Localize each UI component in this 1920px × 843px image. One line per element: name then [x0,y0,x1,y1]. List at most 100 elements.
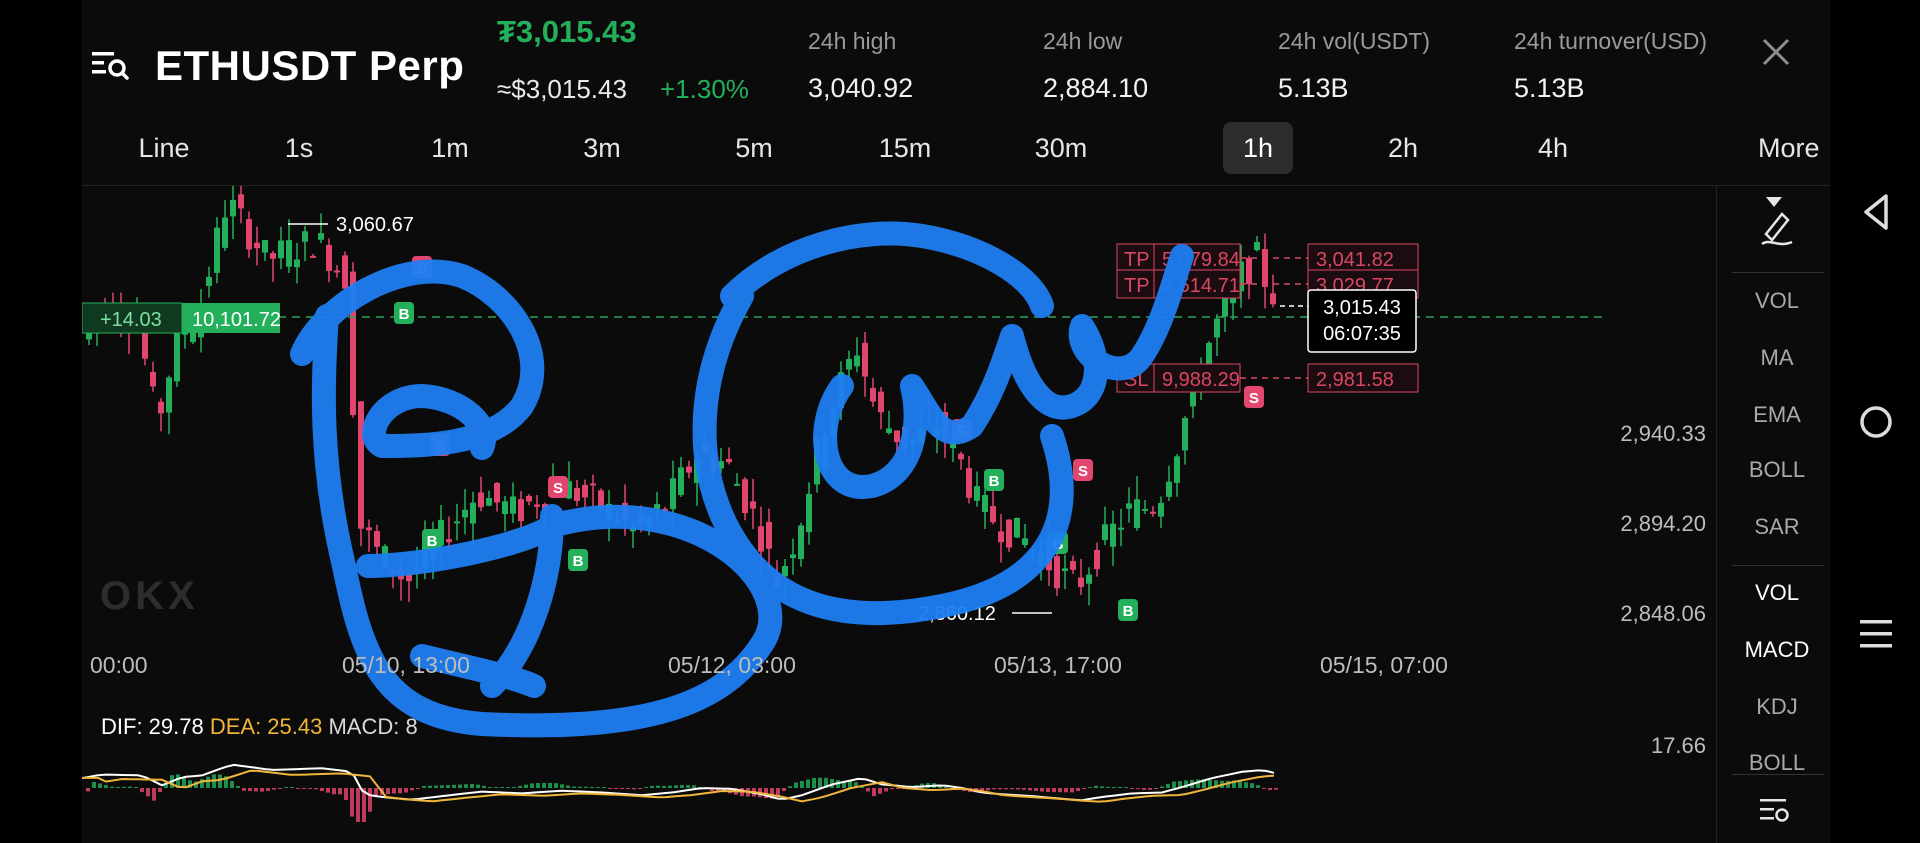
macd-histogram-bar [458,784,462,788]
macd-histogram-bar [428,785,432,788]
tab-5m[interactable]: 5m [726,122,782,174]
last-price: ₮3,015.43 [497,14,637,49]
macd-histogram-bar [146,788,150,797]
macd-histogram-bar [284,787,288,788]
candle-body [310,255,316,258]
tab-1m[interactable]: 1m [422,122,478,174]
macd-histogram-bar [656,785,660,788]
menu-nav-icon[interactable] [1852,610,1900,658]
candle-body [158,401,164,414]
macd-legend: DIF: 29.78 DEA: 25.43 MACD: 8 [101,714,418,740]
macd-histogram-bar [638,788,642,789]
menu-search-icon[interactable] [90,44,130,84]
candle-body [782,566,788,577]
candle-body [1006,519,1012,548]
signal-tag-letter: S [1249,390,1259,407]
candle-body [982,494,988,513]
draw-pen-icon[interactable] [1758,208,1796,248]
candlestick-chart[interactable]: +14.03 10,101.723,060.672,860.12SBSBBSSBS… [82,186,1716,843]
tab-15m[interactable]: 15m [870,122,940,174]
macd-histogram-bar [602,787,606,788]
macd-histogram-bar [674,785,678,788]
sub-indicator-boll[interactable]: BOLL [1732,750,1822,770]
indicator-vol[interactable]: VOL [1732,288,1822,314]
candle-body [1262,249,1268,287]
candle-body [326,244,332,271]
macd-histogram-bar [872,788,876,797]
candle-body [726,458,732,463]
candle-body [366,527,372,531]
tab-4h[interactable]: 4h [1528,122,1578,174]
indicator-ema[interactable]: EMA [1732,402,1822,428]
candle-body [358,401,364,529]
macd-histogram-bar [116,787,120,788]
macd-histogram-bar [1028,788,1032,791]
macd-histogram-bar [1094,785,1098,788]
divider [1732,565,1824,566]
macd-histogram-bar [890,788,894,790]
macd-histogram-bar [368,788,372,812]
macd-histogram-bar [1238,781,1242,788]
sub-indicator-macd[interactable]: MACD [1732,637,1822,663]
macd-histogram-bar [578,786,582,788]
back-nav-icon[interactable] [1852,188,1900,236]
sub-indicator-kdj[interactable]: KDJ [1732,694,1822,720]
macd-histogram-bar [614,788,618,789]
signal-tag-letter: B [989,473,1000,490]
macd-histogram-bar [158,788,162,793]
candle-body [1126,503,1132,509]
candle-body [1166,481,1172,497]
instrument-title[interactable]: ETHUSDT Perp [155,42,464,90]
signal-tag-letter: B [1123,603,1134,620]
macd-histogram-bar [1082,788,1086,790]
candle-body [750,501,756,509]
tab-1s[interactable]: 1s [274,122,324,174]
candle-body [270,253,276,259]
macd-histogram-bar [644,786,648,788]
indicator-settings-icon[interactable] [1758,796,1792,824]
macd-histogram-bar [1052,788,1056,793]
macd-histogram-bar [668,785,672,788]
candle-body [1174,456,1180,483]
tab-line[interactable]: Line [124,122,204,174]
macd-histogram-bar [1046,788,1050,792]
divider [1716,186,1717,843]
more-dropdown[interactable]: More [1758,122,1830,207]
indicator-sar[interactable]: SAR [1732,514,1822,540]
tab-3m[interactable]: 3m [574,122,630,174]
indicator-boll[interactable]: BOLL [1732,457,1822,483]
home-nav-icon[interactable] [1852,398,1900,446]
candle-body [1110,523,1116,547]
signal-tag-letter: S [553,480,563,497]
candle-body [278,240,284,259]
candle-body [1022,538,1028,546]
divider [1732,272,1824,273]
macd-histogram-bar [1244,782,1248,788]
macd-histogram-bar [122,786,126,788]
position-entry: 10,101.72 [192,309,281,331]
candle-body [1270,293,1276,305]
candle-body [1118,527,1124,530]
close-icon[interactable] [1758,34,1794,70]
tab-1h[interactable]: 1h [1223,122,1293,174]
macd-histogram-bar [626,788,630,790]
macd-histogram-bar [326,788,330,793]
sub-indicator-vol[interactable]: VOL [1732,580,1822,606]
indicator-ma[interactable]: MA [1732,345,1822,371]
macd-histogram-bar [566,785,570,788]
y-axis-label: 2,848.06 [1620,601,1706,626]
tab-30m[interactable]: 30m [1026,122,1096,174]
tab-2h[interactable]: 2h [1378,122,1428,174]
macd-histogram-bar [1034,788,1038,791]
candle-body [246,219,252,250]
candle-body [1086,574,1092,584]
index-price: ≈$3,015.43 [497,74,627,104]
macd-histogram-bar [140,788,144,793]
candle-body [1134,499,1140,529]
macd-histogram-bar [470,783,474,788]
candle-body [790,554,796,559]
macd-histogram-bar [530,783,534,788]
change-percent: +1.30% [660,74,749,104]
macd-histogram-bar [266,788,270,791]
okx-watermark: OKX [100,574,199,618]
